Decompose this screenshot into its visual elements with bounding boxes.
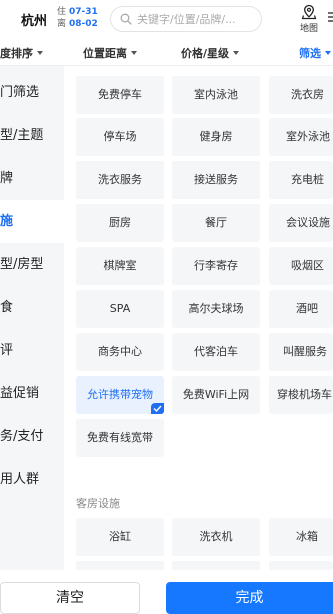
option-meeting-facilities[interactable]: 会议设施 <box>269 204 333 242</box>
tab-popularity-sort[interactable]: 度排序 <box>0 45 43 61</box>
search-box[interactable] <box>110 6 262 32</box>
category-type-theme[interactable]: 型/主题 <box>0 114 64 157</box>
option-spa[interactable]: SPA <box>76 290 164 328</box>
category-facilities[interactable]: 施 <box>0 200 64 243</box>
clear-button[interactable]: 清空 <box>0 582 140 614</box>
option-row-partial[interactable] <box>76 561 164 570</box>
option-free-wired-broadband-label: 免费有线宽带 <box>87 431 153 444</box>
tab-location-distance[interactable]: 位置距离 <box>83 45 137 61</box>
caret-down-icon <box>325 51 331 55</box>
option-restaurant[interactable]: 餐厅 <box>172 204 260 242</box>
date-range-selector[interactable]: 住 07-31 离 08-02 <box>57 6 98 30</box>
option-valet-parking[interactable]: 代客泊车 <box>172 333 260 371</box>
checkout-date: 08-02 <box>69 19 98 29</box>
option-indoor-pool[interactable]: 室内泳池 <box>172 76 260 114</box>
option-free-wifi[interactable]: 免费WiFi上网 <box>172 376 260 414</box>
option-charging-station[interactable]: 充电桩 <box>269 161 333 199</box>
map-pin-icon <box>301 4 317 20</box>
category-bed-room-type[interactable]: 型/房型 <box>0 243 64 286</box>
category-benefits-promotions[interactable]: 益促销 <box>0 372 64 415</box>
map-button[interactable]: 地图 <box>297 4 321 34</box>
category-popular-filters[interactable]: 门筛选 <box>0 71 64 114</box>
sort-tabs: 度排序 位置距离 价格/星级 筛选 <box>0 40 333 66</box>
option-bar[interactable]: 酒吧 <box>269 290 333 328</box>
done-button[interactable]: 完成 <box>166 582 333 614</box>
top-search-bar: 杭州 住07-31 离08-02 地图 <box>0 0 333 40</box>
option-washing-machine[interactable]: 洗衣机 <box>172 518 260 556</box>
option-laundry-room[interactable]: 洗衣房 <box>269 76 333 114</box>
category-target-guests[interactable]: 用人群 <box>0 458 64 501</box>
filter-category-menu: 门筛选 型/主题 牌 施 型/房型 食 评 益促销 务/支付 用人群 <box>0 66 64 570</box>
option-gym[interactable]: 健身房 <box>172 118 260 156</box>
option-laundry-service[interactable]: 洗衣服务 <box>76 161 164 199</box>
option-bathtub[interactable]: 浴缸 <box>76 518 164 556</box>
room-facilities-title: 客房设施 <box>76 497 120 510</box>
checkout-tag: 离 <box>57 19 67 29</box>
option-row-partial[interactable] <box>172 561 260 570</box>
bottom-action-bar: 清空 完成 <box>0 582 333 614</box>
list-icon[interactable] <box>327 6 333 28</box>
option-free-parking[interactable]: 免费停车 <box>76 76 164 114</box>
category-brand[interactable]: 牌 <box>0 157 64 200</box>
option-refrigerator[interactable]: 冰箱 <box>269 518 333 556</box>
option-wake-up-service[interactable]: 叫醒服务 <box>269 333 333 371</box>
option-row-partial[interactable] <box>269 561 333 570</box>
option-airport-shuttle-label: 穿梭机场车 <box>277 388 332 401</box>
tab-price-star[interactable]: 价格/星级 <box>181 45 240 61</box>
option-pets-allowed[interactable]: 允许携带宠物 <box>76 376 164 414</box>
city-selector[interactable]: 杭州 <box>21 10 47 29</box>
option-airport-shuttle[interactable]: 穿梭机场车 <box>269 376 333 414</box>
tab-filter[interactable]: 筛选 <box>299 45 331 61</box>
option-free-wifi-label: 免费WiFi上网 <box>182 388 250 401</box>
option-free-wired-broadband[interactable]: 免费有线宽带 <box>76 419 164 457</box>
search-icon <box>120 13 132 25</box>
caret-down-icon <box>131 51 137 55</box>
map-label: 地图 <box>299 24 318 34</box>
caret-down-icon <box>233 51 240 55</box>
category-dining[interactable]: 食 <box>0 286 64 329</box>
option-pets-allowed-label: 允许携带宠物 <box>87 388 153 401</box>
facility-options-panel: 免费停车 室内泳池 洗衣房 停车场 健身房 室外泳池 洗衣服务 接送服务 充电桩… <box>64 66 333 570</box>
footer-divider <box>0 570 333 582</box>
option-parking-lot[interactable]: 停车场 <box>76 118 164 156</box>
search-input[interactable] <box>137 11 257 28</box>
check-icon <box>151 403 164 414</box>
option-kitchen[interactable]: 厨房 <box>76 204 164 242</box>
option-golf-course[interactable]: 高尔夫球场 <box>172 290 260 328</box>
category-service-payment[interactable]: 务/支付 <box>0 415 64 458</box>
option-smoking-area[interactable]: 吸烟区 <box>269 247 333 285</box>
option-business-center[interactable]: 商务中心 <box>76 333 164 371</box>
category-reviews[interactable]: 评 <box>0 329 64 372</box>
option-shuttle-service[interactable]: 接送服务 <box>172 161 260 199</box>
caret-down-icon <box>37 51 43 55</box>
checkin-date: 07-31 <box>69 7 98 17</box>
checkin-tag: 住 <box>57 7 67 17</box>
option-chess-room[interactable]: 棋牌室 <box>76 247 164 285</box>
option-luggage-storage[interactable]: 行李寄存 <box>172 247 260 285</box>
option-outdoor-pool[interactable]: 室外泳池 <box>269 118 333 156</box>
